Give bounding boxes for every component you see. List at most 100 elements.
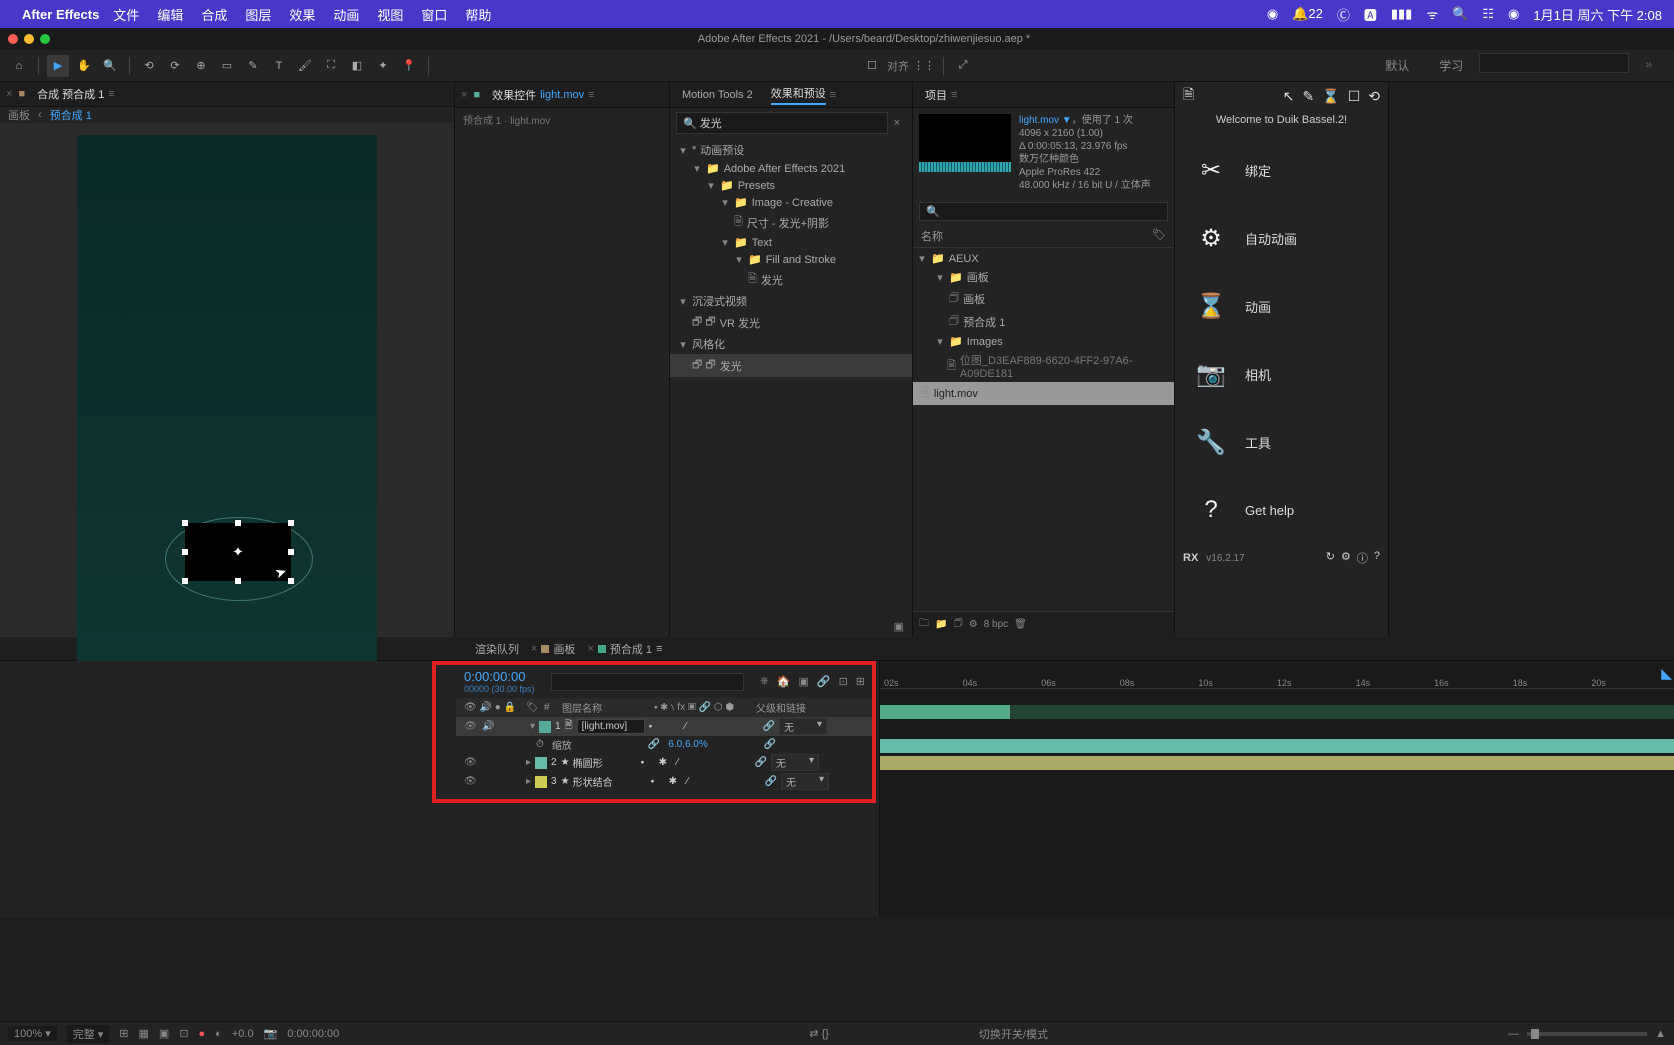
clear-search-icon[interactable]: × xyxy=(888,117,906,129)
color-mgmt-icon[interactable]: ◐ xyxy=(215,1028,222,1040)
menu-composition[interactable]: 合成 xyxy=(201,5,227,24)
visibility-toggle[interactable]: 👁 xyxy=(464,776,478,787)
menu-edit[interactable]: 编辑 xyxy=(157,5,183,24)
maximize-window-icon[interactable] xyxy=(40,34,50,44)
duik-tool-5-icon[interactable]: ⟲ xyxy=(1368,88,1380,105)
workspace-search[interactable] xyxy=(1479,53,1629,73)
exposure-value[interactable]: +0.0 xyxy=(232,1028,254,1040)
siri-icon[interactable]: ◉ xyxy=(1508,6,1519,22)
project-tab[interactable]: 项目 ≡ xyxy=(919,83,963,107)
effect-controls-tab[interactable]: 效果控件 light.mov ≡ xyxy=(486,83,600,107)
status-a-icon[interactable]: 🅰 xyxy=(1364,5,1377,24)
new-comp-icon[interactable]: 🗇 xyxy=(953,616,962,633)
control-center-icon[interactable]: ☷ xyxy=(1482,6,1494,22)
workspace-learn[interactable]: 学习 xyxy=(1425,53,1477,78)
expr-pickwhip-icon[interactable]: 🔗 xyxy=(764,739,776,750)
composition-tab[interactable]: 合成 预合成 1 ≡ xyxy=(31,82,121,106)
orbit-tool[interactable]: ⟲ xyxy=(138,55,160,77)
wifi-icon[interactable]: ᯤ xyxy=(1426,5,1438,23)
parent-dropdown[interactable]: 无▾ xyxy=(779,718,827,735)
resize-handle[interactable] xyxy=(182,578,188,584)
duik-animation-button[interactable]: ⌛动画 xyxy=(1175,272,1388,340)
effects-tree[interactable]: ▾* 动画预设 ▾📁 Adobe After Effects 2021 ▾📁 P… xyxy=(670,138,912,379)
resize-handle[interactable] xyxy=(182,549,188,555)
link-dims-icon[interactable]: 🔗 xyxy=(648,739,660,750)
breadcrumb-root[interactable]: 画板 xyxy=(8,107,30,123)
breadcrumb-current[interactable]: 预合成 1 xyxy=(50,107,92,123)
effects-search-input[interactable]: 发光 xyxy=(676,112,888,134)
text-tool[interactable]: T xyxy=(268,55,290,77)
anchor-point-icon[interactable]: ✦ xyxy=(232,544,244,561)
composition-viewer[interactable]: ✦ ➤ xyxy=(0,123,454,709)
zoom-dropdown[interactable]: 100% ▾ xyxy=(8,1026,57,1041)
timeline-comp-b-tab[interactable]: × 预合成 1 ≡ xyxy=(587,641,662,657)
rotate-tool[interactable]: ⟳ xyxy=(164,55,186,77)
app-name[interactable]: After Effects xyxy=(22,7,99,22)
duik-help2-icon[interactable]: ? xyxy=(1374,550,1380,566)
duik-settings-icon[interactable]: ⚙ xyxy=(1341,550,1351,566)
parent-dropdown[interactable]: 无▾ xyxy=(781,773,829,790)
project-tree[interactable]: ▾📁 AEUX ▾📁 画板 🗇 画板 🗇 预合成 1 ▾📁 Images 🗎 位… xyxy=(913,248,1174,407)
bpc-button[interactable]: 8 bpc xyxy=(984,619,1008,630)
duik-camera-button[interactable]: 📷相机 xyxy=(1175,340,1388,408)
tl-opt-3-icon[interactable]: ▣ xyxy=(798,675,808,688)
panel-close-icon[interactable]: × xyxy=(461,89,467,101)
selection-tool[interactable]: ▶ xyxy=(47,55,69,77)
visibility-toggle[interactable]: 👁 xyxy=(464,721,478,732)
render-queue-tab[interactable]: 渲染队列 xyxy=(475,641,519,657)
resize-handle[interactable] xyxy=(288,549,294,555)
twirl-icon[interactable]: ▸ xyxy=(526,776,531,787)
pan-behind-tool[interactable]: ⊕ xyxy=(190,55,212,77)
composition-canvas[interactable]: ✦ ➤ xyxy=(77,135,377,697)
resize-handle[interactable] xyxy=(288,578,294,584)
status-c-icon[interactable]: Ⓒ xyxy=(1337,5,1350,24)
duik-doc-icon[interactable]: 🗎 xyxy=(1183,84,1194,108)
interpret-footage-icon[interactable]: 🗀 xyxy=(919,616,929,633)
brush-tool[interactable]: 🖌 xyxy=(294,55,316,77)
tl-opt-6-icon[interactable]: ⊞ xyxy=(856,675,865,688)
tl-opt-4-icon[interactable]: 🔗 xyxy=(817,675,831,688)
zoom-tool[interactable]: 🔍 xyxy=(99,55,121,77)
layer-row[interactable]: 👁 ▸ 3 ★ 形状结合 ⬩✱∕ 🔗 无▾ xyxy=(456,772,873,791)
channel-icon[interactable]: ● xyxy=(199,1028,206,1040)
minimize-window-icon[interactable] xyxy=(24,34,34,44)
clock[interactable]: 1月1日 周六 下午 2:08 xyxy=(1533,5,1662,24)
eraser-tool[interactable]: ◧ xyxy=(346,55,368,77)
workspace-default[interactable]: 默认 xyxy=(1371,53,1423,78)
scale-property-row[interactable]: ⏱ 缩放 🔗 6.0,6.0% 🔗 xyxy=(456,736,873,753)
tl-opt-2-icon[interactable]: 🏠 xyxy=(777,675,791,688)
layer-name[interactable]: 形状结合 xyxy=(573,774,613,789)
duik-refresh-icon[interactable]: ↻ xyxy=(1326,550,1335,566)
duik-automation-button[interactable]: ⚙自动动画 xyxy=(1175,204,1388,272)
layer-row[interactable]: 👁🔊 ▾ 1 🗎 [light.mov] ⬩∕ 🔗 无▾ xyxy=(456,717,873,736)
twirl-icon[interactable]: ▸ xyxy=(526,757,531,768)
layer-name-input[interactable]: [light.mov] xyxy=(577,719,645,734)
menu-window[interactable]: 窗口 xyxy=(421,5,447,24)
duik-tool-1-icon[interactable]: ↖ xyxy=(1283,88,1295,105)
brace-icon[interactable]: {} xyxy=(822,1028,829,1040)
battery-icon[interactable]: ▮▮▮ xyxy=(1391,6,1412,22)
visibility-toggle[interactable]: 👁 xyxy=(464,757,478,768)
duik-tools-button[interactable]: 🔧工具 xyxy=(1175,408,1388,476)
resize-handle[interactable] xyxy=(288,520,294,526)
panel-overflow-icon[interactable]: ▣ xyxy=(894,621,904,633)
menu-view[interactable]: 视图 xyxy=(377,5,403,24)
layer-color-swatch[interactable] xyxy=(535,776,547,788)
layer-color-swatch[interactable] xyxy=(535,757,547,769)
resolution-dropdown[interactable]: 完整 ▾ xyxy=(67,1025,110,1043)
resize-handle[interactable] xyxy=(182,520,188,526)
twirl-icon[interactable]: ▾ xyxy=(530,721,535,732)
layer-bar[interactable] xyxy=(880,755,1674,771)
shape-tool[interactable]: ▭ xyxy=(216,55,238,77)
toggle-switches-icon[interactable]: ⇄ xyxy=(809,1028,818,1040)
resize-handle[interactable] xyxy=(235,578,241,584)
project-search-input[interactable]: 🔍 xyxy=(919,202,1168,221)
duik-rigging-button[interactable]: ✂绑定 xyxy=(1175,136,1388,204)
puppet-tool[interactable]: 📍 xyxy=(398,55,420,77)
tl-opt-1-icon[interactable]: ⎈ xyxy=(760,675,769,688)
fast-preview-icon[interactable]: ⊞ xyxy=(119,1027,128,1040)
home-button[interactable]: ⌂ xyxy=(8,55,30,77)
layer-bar[interactable] xyxy=(880,704,1674,720)
menu-effect[interactable]: 效果 xyxy=(289,5,315,24)
layer-bar[interactable] xyxy=(880,738,1674,754)
